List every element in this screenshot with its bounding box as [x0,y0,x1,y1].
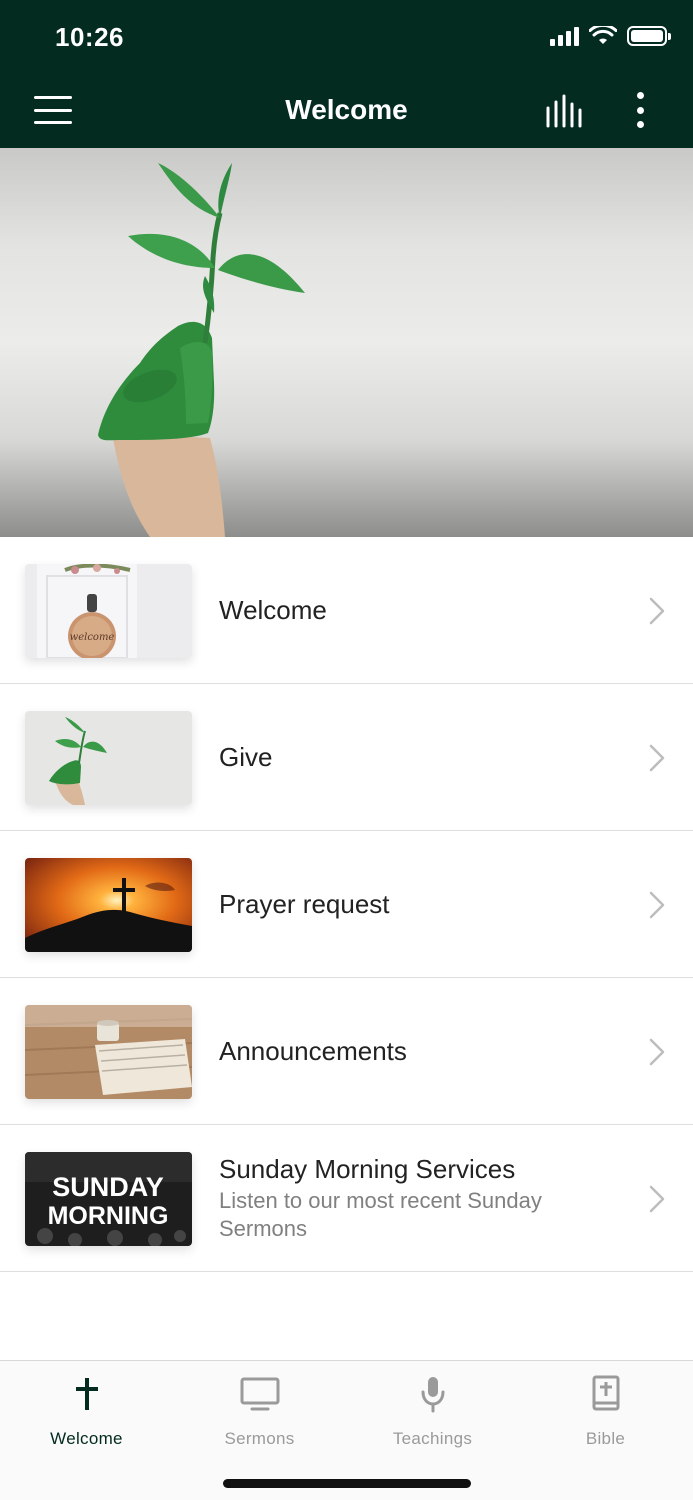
tab-sermons[interactable]: Sermons [173,1361,346,1456]
tab-label: Sermons [224,1429,295,1448]
list-item-subtitle: Listen to our most recent Sunday Sermons [219,1188,542,1241]
home-indicator [223,1479,471,1488]
tab-label: Teachings [392,1429,473,1448]
list-item-give[interactable]: Give [0,684,693,831]
prayer-request-thumbnail [25,858,192,952]
list-item-title: Sunday Morning Services [219,1154,516,1184]
morning-text: MORNING [48,1202,169,1230]
cellular-signal-icon [550,26,579,46]
hero-image [0,148,693,537]
sunday-morning-thumbnail: SUNDAY MORNING [25,1152,192,1246]
chevron-right-icon [649,891,665,919]
chevron-right-icon [649,744,665,772]
tab-welcome[interactable]: Welcome [0,1361,173,1456]
list-item-sunday-morning-services[interactable]: SUNDAY MORNING Sunday Morning Services L… [0,1125,693,1272]
tab-teachings[interactable]: Teachings [346,1361,519,1456]
list-item-title: Prayer request [219,889,390,919]
page-title: Welcome [285,94,408,125]
give-thumbnail [25,711,192,805]
chevron-right-icon [649,1038,665,1066]
tab-bible[interactable]: Bible [519,1361,692,1456]
chevron-right-icon [649,1185,665,1213]
list-item-title: Give [219,742,273,772]
welcome-sign-text: welcome [70,632,115,643]
menu-list: welcome Welcome Give Prayer request Anno… [0,537,693,1272]
app-header: 10:26 Welcome [0,0,693,148]
status-time: 10:26 [55,22,124,52]
battery-icon [627,26,671,46]
list-item-prayer-request[interactable]: Prayer request [0,831,693,978]
welcome-thumbnail: welcome [25,564,192,658]
status-icons [550,26,671,46]
bible-icon [592,1375,619,1411]
announcements-thumbnail [25,1005,192,1099]
sunday-text: SUNDAY [52,1172,164,1202]
list-item-title: Announcements [219,1036,407,1066]
list-item-title: Welcome [219,595,327,625]
monitor-icon [240,1377,279,1411]
chevron-right-icon [649,597,665,625]
cross-icon [75,1378,98,1410]
audio-player-icon[interactable] [544,94,588,128]
tab-label: Welcome [50,1429,123,1448]
bottom-tab-bar: Welcome Sermons Teachings Bible [0,1360,693,1500]
list-item-announcements[interactable]: Announcements [0,978,693,1125]
list-item-welcome[interactable]: welcome Welcome [0,537,693,684]
wifi-icon [589,26,617,44]
tab-label: Bible [585,1429,626,1448]
microphone-icon [421,1377,444,1413]
more-options-button[interactable] [627,92,653,128]
